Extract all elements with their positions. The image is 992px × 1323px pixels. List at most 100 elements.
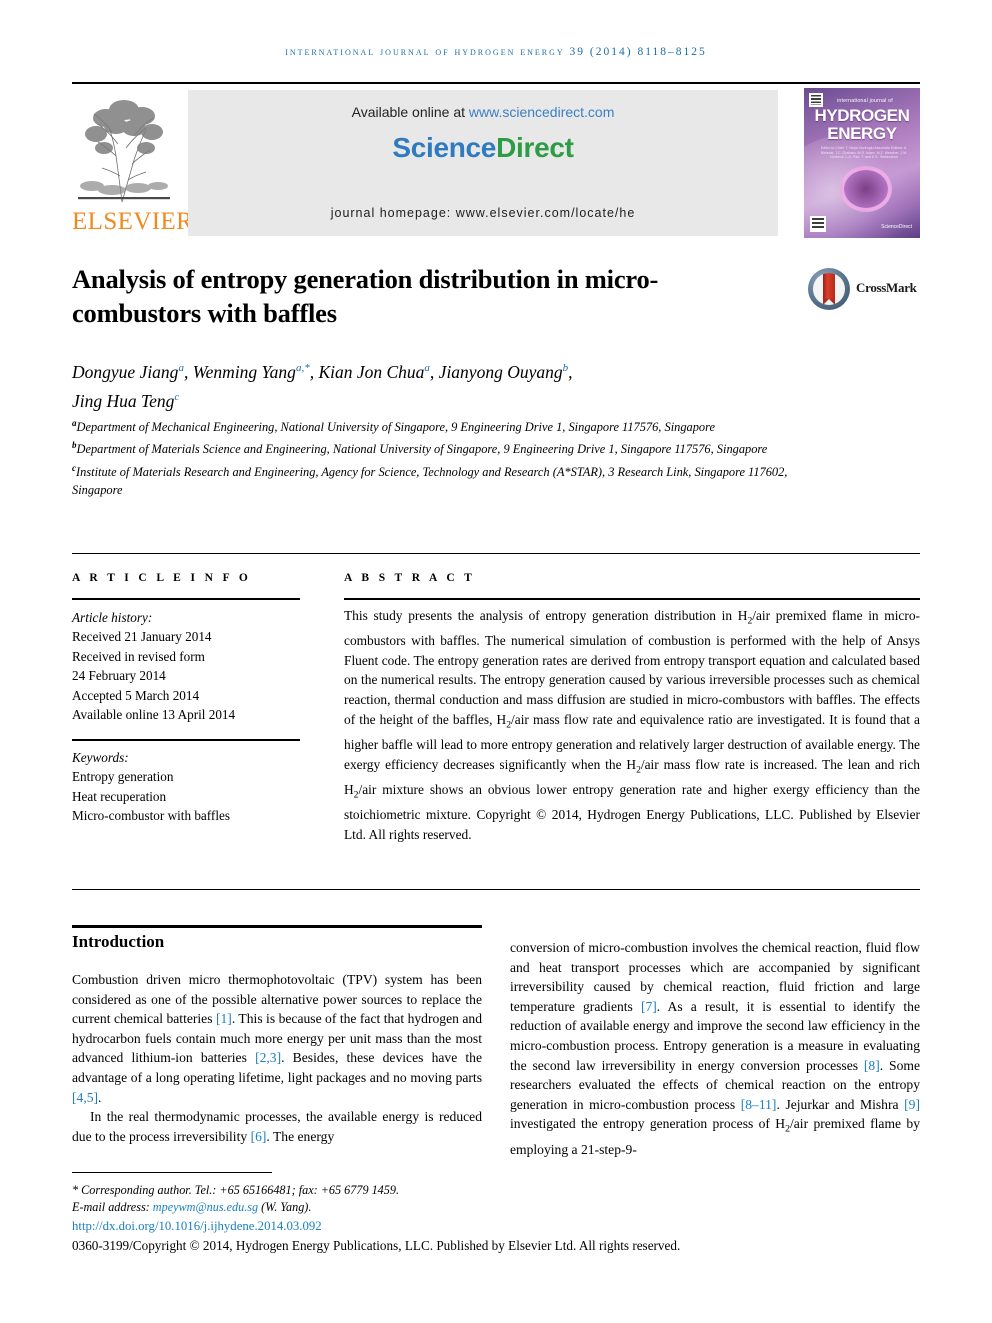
article-history-item: Available online 13 April 2014 [72,707,236,723]
author-affiliation-mark: c [174,390,180,403]
header-rule [72,82,920,84]
author-affiliation-mark: a,* [295,362,310,374]
author-name: Dongyue Jiang [72,361,179,382]
sciencedirect-logo-science: Science [392,132,497,163]
abstract-heading: A B S T R A C T [344,572,476,584]
cover-elsevier-mark-top [809,93,823,107]
affiliation-item: aDepartment of Mechanical Engineering, N… [72,414,812,436]
affiliation-item: cInstitute of Materials Research and Eng… [72,459,812,500]
doi-link[interactable]: http://dx.doi.org/10.1016/j.ijhydene.201… [72,1219,322,1234]
affiliation-text: Institute of Materials Research and Engi… [72,464,788,497]
introduction-right-column: conversion of micro-combustion involves … [510,938,920,1159]
article-history-block: Article history: Received 21 January 201… [72,608,302,724]
introduction-rule [72,925,482,928]
email-label: E-mail address: [72,1200,153,1215]
intro-paragraph-3: conversion of micro-combustion involves … [510,940,920,1157]
citation-link[interactable]: [9] [904,1097,920,1112]
paragraph: Combustion driven micro thermophotovolta… [72,970,482,1107]
email-note: E-mail address: mpeywm@nus.edu.sg (W. Ya… [72,1199,592,1216]
journal-homepage-text[interactable]: journal homepage: www.elsevier.com/locat… [188,206,778,220]
abstract-section-top-rule [72,553,920,554]
footnote-block: * Corresponding author. Tel.: +65 651664… [72,1182,592,1216]
email-suffix: (W. Yang). [258,1200,312,1215]
keyword-item: Heat recuperation [72,788,167,804]
article-history-item: Received 21 January 2014 [72,629,212,645]
footer-copyright: 0360-3199/Copyright © 2014, Hydrogen Ene… [72,1238,681,1253]
keywords-label: Keywords: [72,750,129,765]
paragraph: conversion of micro-combustion involves … [510,938,920,1159]
cover-sciencedirect-label: ScienceDirect [881,224,912,230]
journal-cover-image: international journal of HYDROGEN ENERGY… [804,88,920,238]
author-item: Kian Jon Chuaa [318,362,429,382]
author-affiliation-mark: a [424,362,430,374]
cover-title-line1: HYDROGEN [814,106,910,125]
available-online-text: Available online at www.sciencedirect.co… [188,104,778,120]
cover-elsevier-mark-bottom [810,216,826,232]
sciencedirect-logo-direct: Direct [496,132,574,163]
crossmark-icon [808,268,850,310]
available-prefix: Available online at [351,104,469,120]
paragraph: In the real thermodynamic processes, the… [72,1107,482,1146]
article-history-item: Received in revised form [72,648,205,664]
affiliation-text: Department of Materials Science and Engi… [76,442,768,457]
affiliation-item: bDepartment of Materials Science and Eng… [72,436,812,458]
crossmark-label: CrossMark [856,280,917,295]
citation-link[interactable]: [8–11] [741,1097,777,1112]
affiliation-list: aDepartment of Mechanical Engineering, N… [72,414,812,499]
cover-title-line2: ENERGY [827,124,897,143]
page-title: Analysis of entropy generation distribut… [72,264,659,328]
abstract-body: This study presents the analysis of entr… [344,606,920,844]
crossmark-badge[interactable]: CrossMark [808,266,920,314]
sciencedirect-logo[interactable]: ScienceDirect [188,132,778,164]
author-item: Dongyue Jianga [72,362,184,382]
article-history-item: Accepted 5 March 2014 [72,687,200,703]
corresponding-author-note: * Corresponding author. Tel.: +65 651664… [72,1183,400,1197]
keyword-item: Entropy generation [72,769,174,785]
abstract-rule [344,598,920,600]
introduction-heading: Introduction [72,932,165,951]
article-history-label: Article history: [72,610,153,625]
running-head: international journal of hydrogen energy… [285,46,707,58]
citation-link[interactable]: [6] [251,1129,267,1144]
crossmark-ribbon-shape [823,273,835,305]
abstract-section-bottom-rule [72,889,920,890]
author-name: Wenming Yang [192,361,296,382]
keyword-item: Micro-combustor with baffles [72,808,230,824]
author-name: Jing Hua Teng [72,390,175,411]
crossmark-icon-inner [813,273,845,305]
cover-subtitle: international journal of [837,98,893,104]
article-info-heading: A R T I C L E I N F O [72,572,252,584]
elsevier-wordmark: ELSEVIER [72,208,194,235]
intro-paragraph-2: In the real thermodynamic processes, the… [72,1109,482,1144]
author-list: Dongyue Jianga, Wenming Yanga,*, Kian Jo… [72,361,573,411]
author-item: Jing Hua Tengc [72,391,179,411]
citation-link[interactable]: [4,5] [72,1090,98,1105]
journal-article-page: international journal of hydrogen energy… [0,0,992,1323]
elsevier-tree-icon [76,90,172,208]
author-name: Jianyong Ouyang [438,361,563,382]
elsevier-logo: ELSEVIER [72,88,194,238]
cover-ring-decoration [840,166,892,212]
citation-link[interactable]: [8] [864,1058,880,1073]
author-item: Wenming Yanga,* [193,362,310,382]
affiliation-text: Department of Mechanical Engineering, Na… [76,420,715,435]
introduction-left-column: Combustion driven micro thermophotovolta… [72,970,482,1146]
keywords-block: Keywords: Entropy generation Heat recupe… [72,748,302,826]
email-link[interactable]: mpeywm@nus.edu.sg [153,1200,258,1214]
keywords-rule [72,739,300,741]
author-item: Jianyong Ouyangb [439,362,568,382]
author-affiliation-mark: a [178,362,184,374]
cover-editor-list: Editor-in-Chief: T. Nejat Veziroglu Asso… [820,146,908,160]
sciencedirect-url[interactable]: www.sciencedirect.com [469,104,615,120]
citation-link[interactable]: [7] [641,999,657,1014]
masthead: ELSEVIER Available online at www.science… [72,88,920,238]
abstract-text: This study presents the analysis of entr… [344,608,920,823]
footnote-rule [72,1172,272,1173]
citation-link[interactable]: [1] [216,1011,232,1026]
citation-link[interactable]: [2,3] [255,1050,281,1065]
article-info-rule [72,598,300,600]
sciencedirect-banner: Available online at www.sciencedirect.co… [188,90,778,236]
author-name: Kian Jon Chua [318,361,425,382]
intro-paragraph-1: Combustion driven micro thermophotovolta… [72,972,483,1105]
author-affiliation-mark: b [562,362,569,374]
